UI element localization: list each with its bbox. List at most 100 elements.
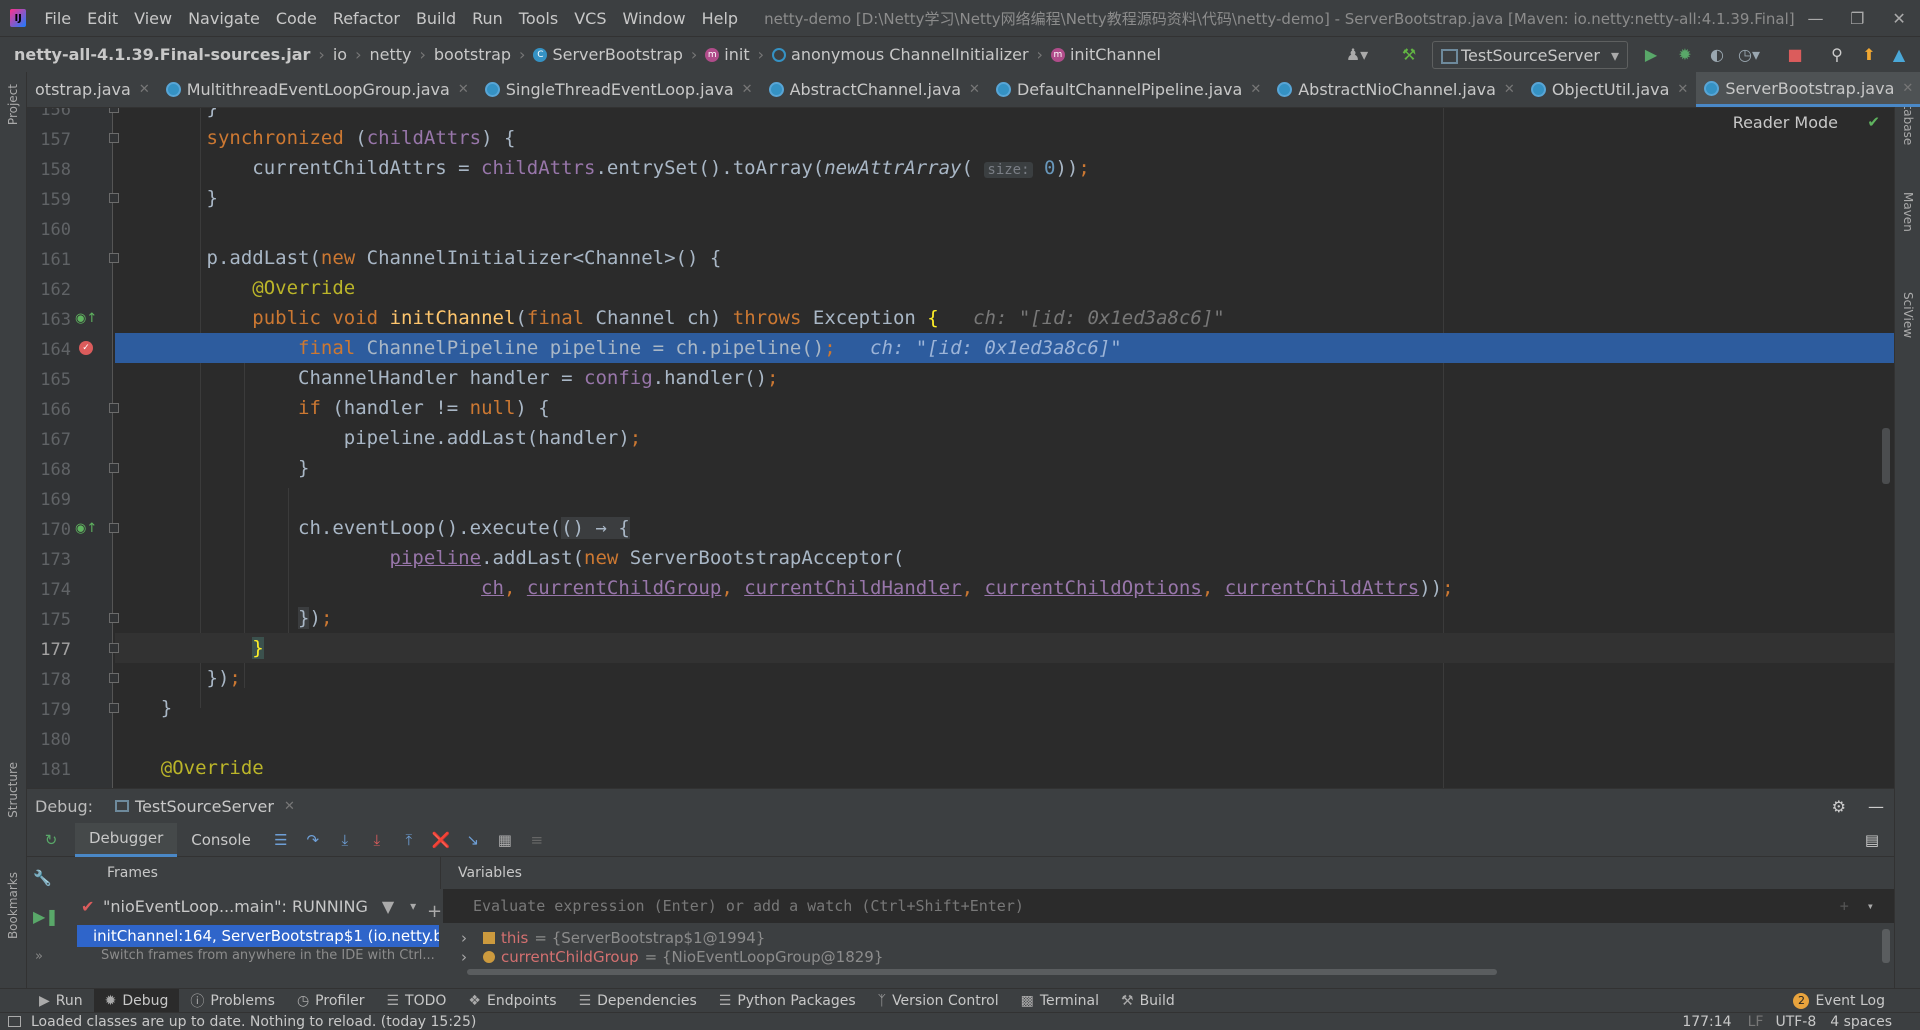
sciview-tool-button[interactable]: SciView bbox=[1901, 292, 1915, 338]
maven-tool-button[interactable]: Maven bbox=[1901, 192, 1915, 232]
tab-abstractniochannel[interactable]: AbstractNioChannel.java ✕ bbox=[1269, 72, 1523, 107]
fold-marker-icon[interactable] bbox=[109, 403, 119, 413]
code-line-168[interactable]: } bbox=[115, 453, 1894, 483]
indent-setting[interactable]: 4 spaces bbox=[1830, 1014, 1892, 1030]
fold-marker-icon[interactable] bbox=[109, 463, 119, 473]
restore-layout-icon[interactable]: ▤ bbox=[1860, 828, 1884, 852]
menu-build[interactable]: Build bbox=[408, 9, 464, 28]
breadcrumb-anonymous[interactable]: anonymous ChannelInitializer bbox=[791, 45, 1029, 64]
code-line-163[interactable]: public void initChannel(final Channel ch… bbox=[115, 303, 1894, 333]
implements-icon[interactable]: ◉↑ bbox=[75, 311, 97, 326]
bookmarks-tool-button[interactable]: Bookmarks bbox=[6, 872, 20, 939]
debug-session-tab[interactable]: TestSourceServer bbox=[135, 797, 274, 816]
add-watch-icon[interactable]: + bbox=[427, 901, 442, 922]
code-line-161[interactable]: p.addLast(new ChannelInitializer<Channel… bbox=[115, 243, 1894, 273]
menu-window[interactable]: Window bbox=[615, 9, 694, 28]
fold-marker-icon[interactable] bbox=[109, 613, 119, 623]
drop-frame-icon[interactable]: ❌ bbox=[429, 828, 453, 852]
close-icon[interactable]: ✕ bbox=[1878, 9, 1920, 28]
tool-profiler[interactable]: ◷ Profiler bbox=[286, 989, 376, 1013]
intellij-logo-icon[interactable]: IJ bbox=[10, 9, 27, 27]
tool-run[interactable]: ▶ Run bbox=[28, 989, 94, 1013]
run-icon[interactable]: ▶ bbox=[1640, 43, 1662, 65]
layout-menu-icon[interactable]: ☰ bbox=[269, 828, 293, 852]
menu-help[interactable]: Help bbox=[694, 9, 746, 28]
add-to-watches-icon[interactable]: + bbox=[1840, 897, 1849, 915]
breadcrumb-jar[interactable]: netty-all-4.1.39.Final-sources.jar bbox=[14, 45, 310, 64]
code-line-177-caret[interactable]: } bbox=[115, 633, 1894, 663]
code-editor[interactable]: Reader Mode ✔ } synchronized (childAttrs… bbox=[27, 108, 1894, 788]
tool-terminal[interactable]: ▩ Terminal bbox=[1010, 989, 1110, 1013]
horizontal-scrollbar[interactable] bbox=[467, 969, 1497, 975]
more-icon[interactable]: » bbox=[35, 949, 43, 964]
step-over-icon[interactable]: ↷ bbox=[301, 828, 325, 852]
tool-dependencies[interactable]: ☰ Dependencies bbox=[568, 989, 708, 1013]
tab-serverbootstrap-partial[interactable]: otstrap.java ✕ bbox=[27, 72, 158, 107]
filter-icon[interactable]: ▼ bbox=[382, 897, 394, 916]
run-config-dropdown[interactable]: TestSourceServer ▾ bbox=[1432, 41, 1628, 69]
tab-singlethreadeventloop[interactable]: SingleThreadEventLoop.java ✕ bbox=[477, 72, 761, 107]
stop-icon[interactable]: ■ bbox=[1784, 43, 1806, 65]
code-line-158[interactable]: currentChildAttrs = childAttrs.entrySet(… bbox=[115, 153, 1894, 183]
menu-code[interactable]: Code bbox=[268, 9, 325, 28]
caret-position[interactable]: 177:14 bbox=[1682, 1014, 1731, 1030]
vertical-scrollbar[interactable] bbox=[1882, 929, 1890, 963]
close-tab-icon[interactable]: ✕ bbox=[1504, 82, 1515, 97]
close-tab-icon[interactable]: ✕ bbox=[969, 82, 980, 97]
coverage-icon[interactable]: ◐ bbox=[1706, 43, 1728, 65]
structure-tool-button[interactable]: Structure bbox=[6, 762, 20, 818]
minimize-icon[interactable]: — bbox=[1795, 9, 1837, 28]
file-encoding[interactable]: UTF-8 bbox=[1775, 1014, 1816, 1030]
code-line-156[interactable]: } bbox=[115, 108, 1894, 123]
close-tab-icon[interactable]: ✕ bbox=[1677, 82, 1688, 97]
menu-view[interactable]: View bbox=[126, 9, 180, 28]
run-to-cursor-icon[interactable]: ↘ bbox=[461, 828, 485, 852]
code-line-164-execution-point[interactable]: final ChannelPipeline pipeline = ch.pipe… bbox=[115, 333, 1894, 363]
code-line-179[interactable]: } bbox=[115, 693, 1894, 723]
code-line-181[interactable]: @Override bbox=[115, 753, 1894, 783]
tab-multithreadeventloopgroup[interactable]: MultithreadEventLoopGroup.java ✕ bbox=[158, 72, 477, 107]
step-out-icon[interactable]: ⤒ bbox=[397, 828, 421, 852]
code-line-169[interactable] bbox=[115, 483, 1894, 513]
menu-file[interactable]: File bbox=[36, 9, 79, 28]
close-session-icon[interactable]: ✕ bbox=[284, 799, 295, 814]
breadcrumb-io[interactable]: io bbox=[333, 45, 347, 64]
editor-scrollbar[interactable] bbox=[1882, 428, 1890, 484]
status-message[interactable]: Loaded classes are up to date. Nothing t… bbox=[31, 1014, 476, 1030]
code-line-174[interactable]: ch, currentChildGroup, currentChildHandl… bbox=[115, 573, 1894, 603]
close-tab-icon[interactable]: ✕ bbox=[139, 82, 150, 97]
expand-icon[interactable]: › bbox=[461, 948, 467, 966]
restore-icon[interactable]: ❐ bbox=[1836, 9, 1878, 28]
toggle-tool-windows-icon[interactable] bbox=[8, 1016, 21, 1027]
fold-marker-icon[interactable] bbox=[109, 133, 119, 143]
profile-icon[interactable]: ◷▾ bbox=[1738, 43, 1760, 65]
fold-marker-icon[interactable] bbox=[109, 703, 119, 713]
tab-abstractchannel[interactable]: AbstractChannel.java ✕ bbox=[761, 72, 988, 107]
tool-build[interactable]: ⚒ Build bbox=[1110, 989, 1186, 1013]
breakpoint-icon[interactable]: ✓ bbox=[79, 341, 93, 355]
close-tab-icon[interactable]: ✕ bbox=[1902, 81, 1913, 96]
code-line-180[interactable] bbox=[115, 723, 1894, 753]
fold-marker-icon[interactable] bbox=[109, 193, 119, 203]
user-icon[interactable]: ♟▾ bbox=[1346, 43, 1368, 65]
tool-python-packages[interactable]: ☰ Python Packages bbox=[708, 989, 867, 1013]
fold-marker-icon[interactable] bbox=[109, 523, 119, 533]
evaluate-expression-input[interactable]: Evaluate expression (Enter) or add a wat… bbox=[443, 889, 1894, 923]
tab-console[interactable]: Console bbox=[177, 823, 265, 857]
rerun-icon[interactable]: ↻ bbox=[31, 828, 71, 852]
breadcrumb-init[interactable]: init bbox=[724, 45, 749, 64]
thread-selector[interactable]: ✔ "nioEventLoop...main": RUNNING ▼ ▾ bbox=[75, 889, 441, 923]
step-into-icon[interactable]: ⤓ bbox=[333, 828, 357, 852]
menu-run[interactable]: Run bbox=[464, 9, 511, 28]
close-tab-icon[interactable]: ✕ bbox=[742, 82, 753, 97]
close-tab-icon[interactable]: ✕ bbox=[1250, 82, 1261, 97]
code-line-173[interactable]: pipeline.addLast(new ServerBootstrapAcce… bbox=[115, 543, 1894, 573]
code-line-159[interactable]: } bbox=[115, 183, 1894, 213]
code-line-175[interactable]: }); bbox=[115, 603, 1894, 633]
code-line-166[interactable]: if (handler != null) { bbox=[115, 393, 1894, 423]
breadcrumb-serverbootstrap[interactable]: ServerBootstrap bbox=[552, 45, 682, 64]
code-line-170[interactable]: ch.eventLoop().execute(() → { bbox=[115, 513, 1894, 543]
jetbrains-toolbox-icon[interactable]: ▲ bbox=[1888, 43, 1910, 65]
tool-todo[interactable]: ☰ TODO bbox=[375, 989, 457, 1013]
trace-icon[interactable]: ≡ bbox=[525, 828, 549, 852]
